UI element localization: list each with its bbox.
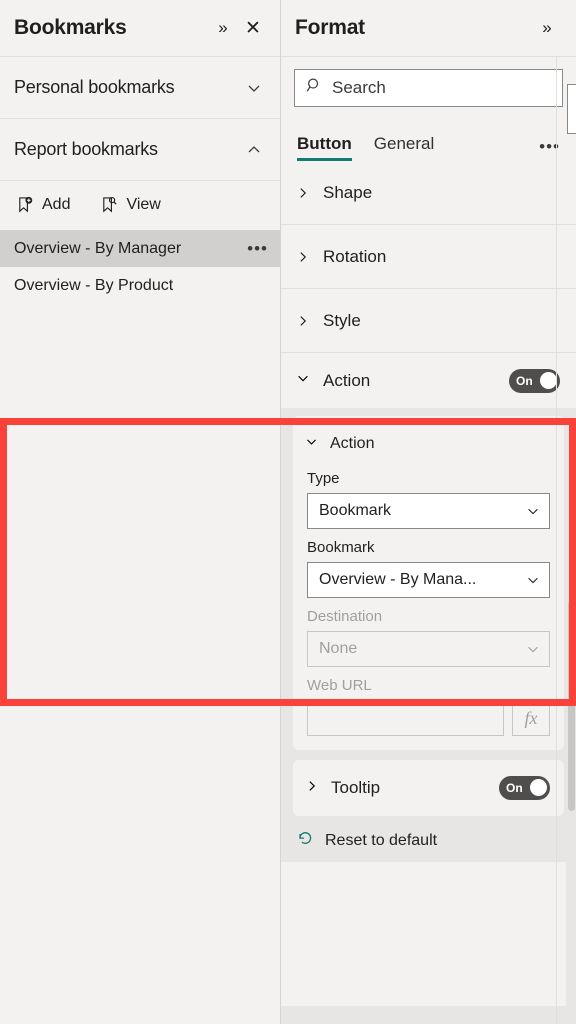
action-sub-card: Action Type Bookmark Bookmark Overview -… (293, 416, 564, 750)
bookmark-item-label: Overview - By Manager (14, 239, 182, 257)
chevron-down-icon (526, 642, 540, 656)
tab-button[interactable]: Button (297, 134, 352, 161)
app-root: Bookmarks » ✕ Personal bookmarks Report … (0, 0, 576, 1024)
action-toggle-label: On (516, 373, 533, 388)
report-bookmarks-section[interactable]: Report bookmarks (0, 119, 280, 181)
type-dropdown-value: Bookmark (319, 502, 392, 519)
section-style-label: Style (323, 310, 361, 330)
chevron-down-icon (305, 435, 318, 453)
bookmarks-list: Overview - By Manager ••• Overview - By … (0, 229, 280, 1024)
field-type-label: Type (307, 470, 340, 487)
personal-bookmarks-label: Personal bookmarks (14, 77, 175, 97)
web-url-input (307, 700, 504, 736)
view-bookmark-button[interactable]: View (96, 193, 164, 218)
ellipsis-icon[interactable]: ••• (247, 240, 268, 257)
chevron-down-icon (296, 371, 310, 390)
section-action-label: Action (323, 370, 371, 390)
chevron-right-icon (296, 186, 310, 200)
tooltip-toggle-label: On (506, 781, 523, 795)
close-icon[interactable]: ✕ (240, 15, 266, 41)
chevron-double-right-icon[interactable]: » (210, 15, 236, 41)
section-rotation[interactable]: Rotation (281, 225, 576, 289)
bookmarks-pane: Bookmarks » ✕ Personal bookmarks Report … (0, 0, 281, 1024)
field-web-url: Web URL fx (293, 667, 564, 736)
search-placeholder: Search (332, 78, 386, 97)
field-type: Type Bookmark (293, 460, 564, 529)
action-sub-label: Action (330, 435, 375, 452)
personal-bookmarks-section[interactable]: Personal bookmarks (0, 57, 280, 119)
bookmark-view-icon (100, 196, 119, 215)
format-pane: Format » Search Button General ••• Shape… (281, 0, 576, 1024)
bookmarks-title: Bookmarks (14, 16, 127, 39)
format-tabs: Button General ••• (281, 117, 576, 161)
report-bookmarks-label: Report bookmarks (14, 139, 158, 159)
web-url-row: fx (307, 700, 550, 736)
fx-button: fx (512, 700, 550, 736)
bookmarks-header: Bookmarks » ✕ (0, 0, 280, 57)
section-tooltip-label: Tooltip (331, 778, 381, 797)
chevron-down-icon (526, 573, 540, 587)
tooltip-toggle[interactable]: On (499, 776, 550, 800)
destination-dropdown: None (307, 631, 550, 667)
format-header: Format » (281, 0, 576, 57)
format-body: Shape Rotation Style Action On Action Ty… (281, 161, 576, 1024)
toggle-knob (530, 779, 547, 796)
toggle-knob (540, 371, 557, 389)
panel-edge-divider (556, 57, 557, 1024)
section-action: Action On Action Type Bookmark Bookmark … (281, 353, 576, 862)
chevron-down-icon (246, 80, 262, 96)
reset-to-default-label: Reset to default (325, 832, 438, 849)
bookmarks-toolbar: Add View (0, 181, 280, 229)
panel-bottom-strip (281, 1006, 576, 1024)
scrollbar-thumb[interactable] (568, 601, 575, 811)
offscreen-field-partial (567, 84, 576, 134)
section-tooltip[interactable]: Tooltip On (293, 760, 564, 816)
section-action-header[interactable]: Action On (281, 353, 576, 408)
chevron-down-icon (526, 504, 540, 518)
section-style[interactable]: Style (281, 289, 576, 353)
action-sub-header[interactable]: Action (293, 428, 564, 460)
add-bookmark-button[interactable]: Add (12, 193, 74, 218)
bookmark-add-icon (16, 196, 35, 215)
chevron-double-right-icon[interactable]: » (534, 15, 560, 41)
action-toggle[interactable]: On (509, 368, 560, 393)
tab-general[interactable]: General (374, 134, 434, 161)
chevron-right-icon (296, 250, 310, 264)
field-destination-label: Destination (307, 608, 383, 625)
type-dropdown[interactable]: Bookmark (307, 493, 550, 529)
bookmark-dropdown[interactable]: Overview - By Mana... (307, 562, 550, 598)
chevron-up-icon (246, 142, 262, 158)
view-bookmark-label: View (126, 196, 161, 213)
field-destination: Destination None (293, 598, 564, 667)
chevron-right-icon (305, 779, 319, 798)
section-shape[interactable]: Shape (281, 161, 576, 225)
field-bookmark: Bookmark Overview - By Mana... (293, 529, 564, 598)
bookmark-item-overview-by-manager[interactable]: Overview - By Manager ••• (0, 230, 280, 267)
section-rotation-label: Rotation (323, 246, 387, 266)
chevron-right-icon (296, 314, 310, 328)
destination-dropdown-value: None (319, 640, 358, 657)
field-bookmark-label: Bookmark (307, 539, 375, 556)
search-icon (306, 77, 323, 99)
reset-to-default-button[interactable]: Reset to default (281, 816, 576, 852)
section-shape-label: Shape (323, 182, 373, 202)
add-bookmark-label: Add (42, 196, 71, 213)
search-container: Search (281, 57, 576, 117)
undo-icon (297, 830, 314, 852)
format-title: Format (295, 16, 365, 39)
bookmark-item-label: Overview - By Product (14, 276, 174, 294)
bookmark-dropdown-value: Overview - By Mana... (319, 571, 477, 588)
search-input[interactable]: Search (294, 69, 563, 107)
bookmark-item-overview-by-product[interactable]: Overview - By Product (0, 267, 280, 304)
field-web-url-label: Web URL (307, 677, 372, 694)
